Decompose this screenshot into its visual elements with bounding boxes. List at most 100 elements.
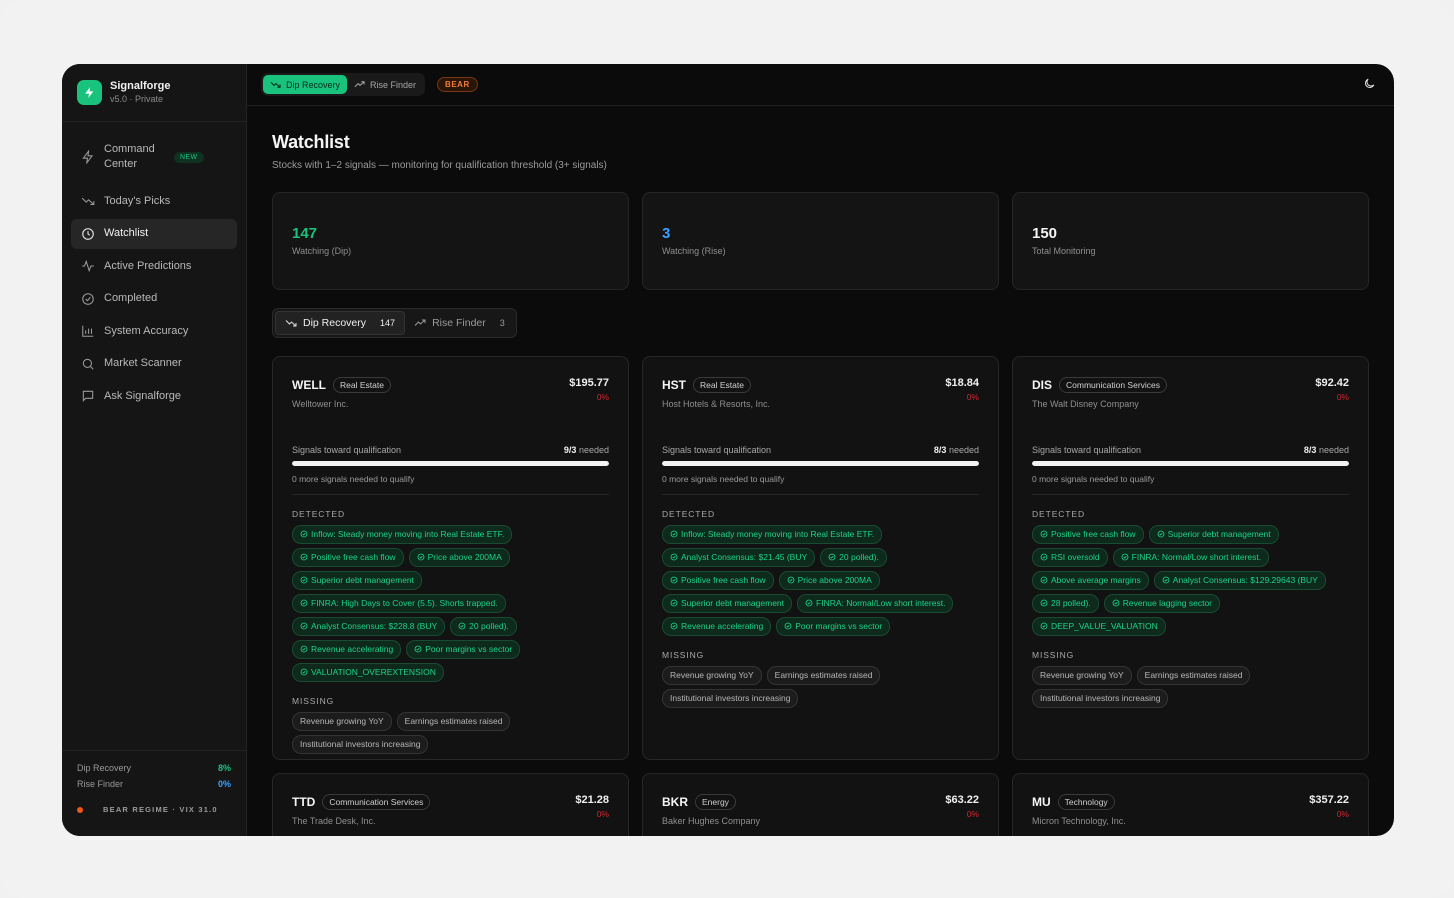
company-name: Baker Hughes Company (662, 816, 761, 826)
trend-up-icon (414, 317, 426, 329)
card-header: WELL Real Estate Welltower Inc. $195.77 … (292, 377, 609, 409)
regime-text: BEAR REGIME · VIX 31.0 (103, 805, 218, 814)
search-icon (80, 356, 95, 371)
missing-heading: MISSING (662, 650, 705, 660)
ticker-symbol: WELL (292, 378, 326, 392)
needed-label: needed (1318, 445, 1349, 455)
progress-row: Signals toward qualification 8/3 needed (1032, 445, 1349, 455)
ticker-row: MU Technology (1032, 794, 1126, 810)
tab-label: Rise Finder (432, 317, 486, 329)
ticker-row: TTD Communication Services (292, 794, 431, 810)
signal-text: Price above 200MA (427, 552, 502, 562)
detected-signal-chip: Superior debt management (662, 594, 793, 613)
stock-card[interactable]: HST Real Estate Host Hotels & Resorts, I… (642, 356, 999, 760)
stat-card-dip: 147 Watching (Dip) (272, 192, 629, 290)
sector-badge: Communication Services (322, 794, 431, 810)
ticker-row: HST Real Estate (662, 377, 770, 393)
missing-signal-chip: Revenue growing YoY (292, 712, 392, 731)
detected-signal-chip: Positive free cash flow (292, 548, 404, 567)
stock-price: $195.77 (569, 377, 609, 389)
tab-dip-recovery[interactable]: Dip Recovery 147 (275, 311, 406, 335)
price-change: 0% (1336, 392, 1349, 402)
company-name: Host Hotels & Resorts, Inc. (662, 399, 771, 409)
trend-up-icon (354, 79, 365, 90)
tab-label: Dip Recovery (303, 317, 367, 329)
detected-signal-chip: Superior debt management (1148, 525, 1279, 544)
signal-text: Superior debt management (681, 598, 785, 608)
detected-heading: DETECTED (292, 509, 346, 519)
signal-text: Poor margins vs sector (425, 644, 513, 654)
app-name: Signalforge (110, 80, 171, 92)
detected-signal-chip: RSI oversold (1032, 548, 1108, 567)
sidebar-item-command-center[interactable]: Command Center NEW (71, 136, 237, 178)
moon-icon[interactable] (1363, 77, 1376, 95)
signal-text: FINRA: Normal/Low short interest. (1131, 552, 1262, 562)
watchlist-cards: WELL Real Estate Welltower Inc. $195.77 … (272, 356, 1369, 836)
regime-badge: BEAR (437, 77, 478, 92)
missing-signal-chip: Earnings estimates raised (396, 712, 511, 731)
trend-down-icon (270, 79, 281, 90)
sidebar-item-ask-signalforge[interactable]: Ask Signalforge (71, 381, 237, 411)
signal-text: Positive free cash flow (681, 575, 766, 585)
sidebar-item-completed[interactable]: Completed (71, 284, 237, 314)
signal-count: 9/3 needed (564, 445, 609, 455)
ticker-symbol: BKR (662, 795, 688, 809)
signal-text: Superior debt management (1167, 529, 1271, 539)
missing-signal-chip: Revenue growing YoY (662, 666, 762, 685)
missing-heading: MISSING (1032, 650, 1075, 660)
mode-switch: Dip Recovery Rise Finder (261, 73, 426, 96)
rise-finder-accuracy: Rise Finder 0% (77, 779, 231, 789)
stock-price: $357.22 (1309, 794, 1349, 806)
company-name: The Walt Disney Company (1032, 399, 1139, 409)
sidebar-item-watchlist[interactable]: Watchlist (71, 218, 237, 249)
stat-card-rise: 3 Watching (Rise) (642, 192, 999, 290)
mode-rise-finder[interactable]: Rise Finder (347, 75, 423, 94)
stock-price: $21.28 (575, 794, 609, 806)
signal-text: 20 polled). (839, 552, 879, 562)
signal-text: Price above 200MA (797, 575, 872, 585)
detected-signals: Inflow: Steady money moving into Real Es… (292, 525, 609, 682)
detected-signal-chip: Positive free cash flow (1032, 525, 1144, 544)
stock-card[interactable]: DIS Communication Services The Walt Disn… (1012, 356, 1369, 760)
progress-label: Signals toward qualification (662, 445, 772, 455)
needed-label: needed (578, 445, 609, 455)
topbar: Dip Recovery Rise Finder BEAR (247, 64, 1394, 106)
stat-value: 150 (1032, 225, 1058, 242)
sidebar-item-system-accuracy[interactable]: System Accuracy (71, 316, 237, 346)
clock-icon (80, 226, 95, 241)
missing-signal-chip: Institutional investors increasing (662, 689, 799, 708)
tab-rise-finder[interactable]: Rise Finder 3 (405, 311, 514, 335)
detected-signal-chip: Revenue accelerating (662, 617, 772, 636)
sidebar-item-todays-picks[interactable]: Today's Picks (71, 186, 237, 216)
detected-heading: DETECTED (1032, 509, 1086, 519)
tab-count: 3 (499, 318, 505, 328)
detected-signal-chip: Price above 200MA (778, 571, 880, 590)
stat-value: 147 (292, 225, 318, 242)
new-badge: NEW (174, 151, 204, 163)
stock-card[interactable]: TTD Communication Services The Trade Des… (272, 773, 629, 836)
progress-bar-fill (662, 461, 979, 466)
sidebar-item-active-predictions[interactable]: Active Predictions (71, 251, 237, 281)
qualification-note: 0 more signals needed to qualify (1032, 474, 1349, 495)
missing-signal-chip: Institutional investors increasing (1032, 689, 1169, 708)
mode-dip-recovery[interactable]: Dip Recovery (263, 75, 348, 94)
regime-dot-icon (77, 806, 83, 813)
stock-card[interactable]: MU Technology Micron Technology, Inc. $3… (1012, 773, 1369, 836)
qualification-note: 0 more signals needed to qualify (292, 474, 609, 495)
stock-card[interactable]: WELL Real Estate Welltower Inc. $195.77 … (272, 356, 629, 760)
price-change: 0% (966, 392, 979, 402)
bolt-icon (80, 150, 95, 165)
stat-label: Watching (Rise) (662, 246, 726, 256)
trend-down-icon (285, 317, 297, 329)
sector-badge: Energy (695, 794, 736, 810)
sidebar-item-label: Market Scanner (104, 357, 182, 369)
tab-count: 147 (380, 318, 396, 328)
price-change: 0% (1336, 809, 1349, 819)
stock-card[interactable]: BKR Energy Baker Hughes Company $63.22 0… (642, 773, 999, 836)
sidebar-item-market-scanner[interactable]: Market Scanner (71, 349, 237, 379)
sidebar-item-label: Command Center (104, 143, 155, 170)
mode-label: Rise Finder (370, 79, 417, 90)
ticker-row: BKR Energy (662, 794, 760, 810)
sidebar-item-label: Ask Signalforge (104, 389, 182, 402)
sector-badge: Technology (1057, 794, 1115, 810)
